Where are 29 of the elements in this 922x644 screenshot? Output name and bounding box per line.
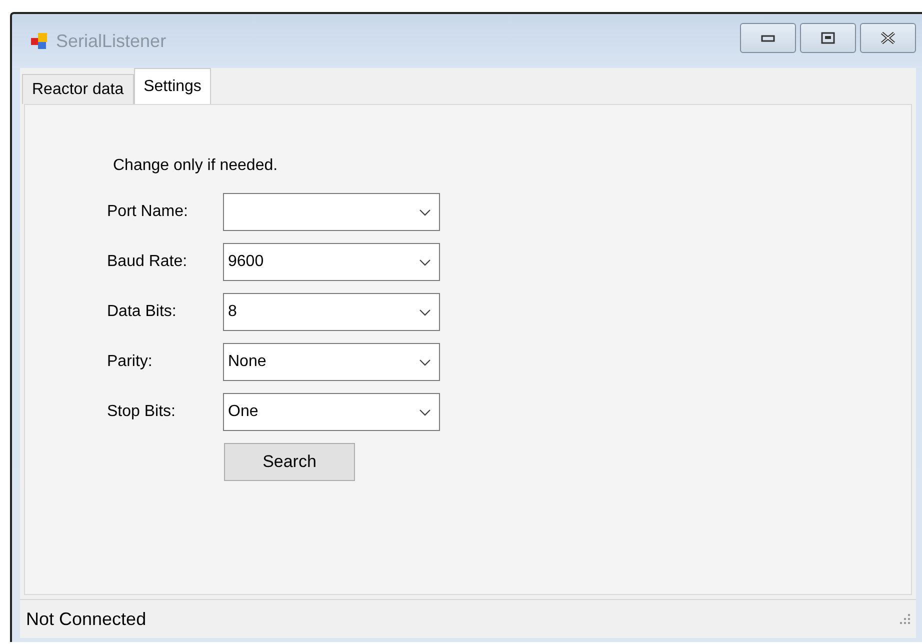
note-text: Change only if needed. [113,157,279,175]
tab[interactable]: Reactor data [22,74,134,104]
window-title: SerialListener [56,30,166,52]
restore-icon [821,32,835,44]
dropdown-field[interactable]: One [223,393,440,431]
field-label: Port Name: [107,203,189,221]
dropdown-field[interactable] [223,193,440,231]
field-label: Baud Rate: [107,253,188,271]
minimize-button[interactable] [740,23,796,53]
maximize-button[interactable] [800,23,856,53]
minimize-icon [761,34,775,42]
close-button[interactable] [860,23,916,53]
chevron-icon [419,258,431,266]
chevron-icon [419,208,431,216]
field-label: Stop Bits: [107,403,176,421]
chevron-icon [419,408,431,416]
chevron-icon [419,358,431,366]
search-button[interactable]: Search [224,443,355,481]
app-icon [30,32,48,50]
dropdown-field[interactable]: 8 [223,293,440,331]
field-label: Data Bits: [107,303,178,321]
tab[interactable]: Settings [134,68,212,104]
dropdown-field[interactable]: None [223,343,440,381]
status-text: Not Connected [26,608,146,630]
close-icon [880,32,896,44]
resize-grip-icon [900,614,910,624]
chevron-icon [419,308,431,316]
dropdown-field[interactable]: 9600 [223,243,440,281]
field-label: Parity: [107,353,154,371]
